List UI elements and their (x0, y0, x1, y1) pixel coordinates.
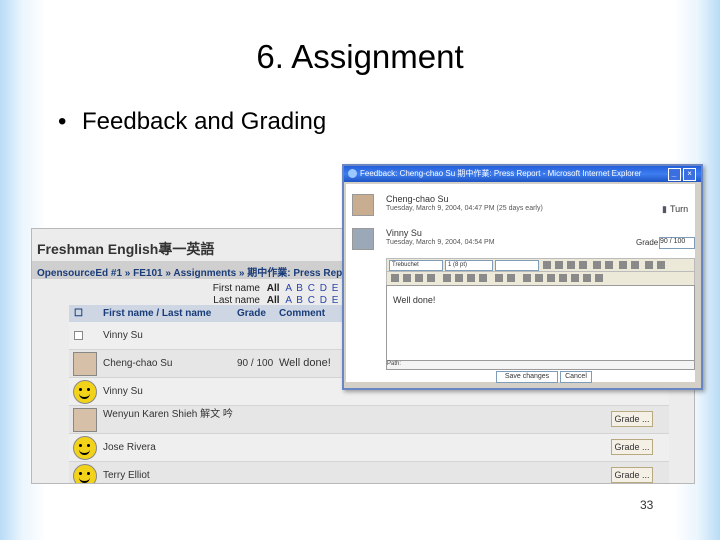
filter-all-link[interactable]: All (267, 283, 280, 294)
student-name: Jose Rivera (103, 442, 156, 453)
student-name: Cheng-chao Su (103, 358, 173, 369)
table-row: Jose Rivera Grade ... (69, 434, 669, 462)
size-select[interactable]: 1 (8 pt) (445, 260, 493, 271)
image-icon[interactable] (547, 274, 555, 282)
bullet-list-icon[interactable] (455, 274, 463, 282)
align-center-icon[interactable] (403, 274, 411, 282)
editor-toolbar-top: Trebuchet 1 (8 pt) (386, 258, 695, 272)
italic-icon[interactable] (555, 261, 563, 269)
font-select[interactable]: Trebuchet (389, 260, 443, 271)
ordered-list-icon[interactable] (443, 274, 451, 282)
highlight-icon[interactable] (507, 274, 515, 282)
student-name: Terry Elliot (103, 470, 150, 481)
filter-label: First name (212, 283, 260, 294)
search-icon[interactable] (583, 274, 591, 282)
smiley-avatar-icon (73, 380, 97, 404)
avatar (73, 352, 97, 376)
editor-text: Well done! (393, 295, 436, 305)
student-name: Wenyun Karen Shieh 解文 吟 (103, 409, 233, 420)
copy-icon[interactable] (619, 261, 627, 269)
header-checkbox-icon[interactable]: ☐ (74, 308, 83, 319)
slide-title: 6. Assignment (256, 38, 464, 75)
save-changes-button[interactable]: Save changes (496, 371, 558, 383)
align-right-icon[interactable] (415, 274, 423, 282)
table-icon[interactable] (559, 274, 567, 282)
breadcrumb-text[interactable]: OpensourceEd #1 » FE101 » Assignments » … (37, 264, 356, 279)
bullet-item: • Feedback and Grading (58, 108, 326, 136)
strike-icon[interactable] (579, 261, 587, 269)
table-row: Terry Elliot Grade ... (69, 462, 669, 483)
editor-path-bar: Path: (386, 360, 695, 370)
avatar (352, 194, 374, 216)
paste-icon[interactable] (631, 261, 639, 269)
underline-icon[interactable] (567, 261, 575, 269)
anchor-icon[interactable] (535, 274, 543, 282)
browser-icon (348, 169, 357, 178)
avatar (352, 228, 374, 250)
student-name: Vinny Su (103, 386, 143, 397)
smiley-avatar-icon (73, 436, 97, 460)
feedback-editor[interactable]: Well done! (386, 285, 695, 362)
grade-select[interactable]: 90 / 100 (659, 237, 695, 249)
submitter-name: Cheng-chao Su (386, 194, 449, 204)
indent-icon[interactable] (479, 274, 487, 282)
column-grade[interactable]: Grade (237, 308, 266, 319)
link-icon[interactable] (523, 274, 531, 282)
close-icon[interactable]: × (683, 168, 696, 181)
column-name[interactable]: First name / Last name (103, 308, 211, 319)
smiley-avatar-icon (73, 464, 97, 483)
course-title: Freshman English專一英語 (37, 241, 215, 257)
bullet-text: Feedback and Grading (82, 108, 327, 135)
feedback-date: Tuesday, March 9, 2004, 04:54 PM (386, 239, 495, 246)
submission-date: Tuesday, March 9, 2004, 04:47 PM (25 day… (386, 205, 543, 212)
row-checkbox[interactable] (74, 331, 83, 340)
undo-icon[interactable] (645, 261, 653, 269)
teacher-name: Vinny Su (386, 228, 422, 238)
minimize-icon[interactable]: _ (668, 168, 681, 181)
html-source-icon[interactable] (595, 274, 603, 282)
student-grade: 90 / 100 (237, 358, 274, 369)
grade-label: Grade: (636, 238, 661, 247)
grade-button[interactable]: Grade ... (611, 439, 653, 455)
subscript-icon[interactable] (593, 261, 601, 269)
smiley-icon[interactable] (571, 274, 579, 282)
bullet-dot-icon: • (58, 108, 67, 135)
turn-in-link[interactable]: Turn (662, 204, 688, 215)
bold-icon[interactable] (543, 261, 551, 269)
grade-button[interactable]: Grade ... (611, 467, 653, 483)
table-row: Wenyun Karen Shieh 解文 吟 Grade ... (69, 406, 669, 434)
page-number: 33 (640, 498, 654, 512)
cancel-button[interactable]: Cancel (560, 371, 592, 383)
window-content: Cheng-chao Su Tuesday, March 9, 2004, 04… (346, 184, 695, 383)
editor-toolbar-bottom (386, 271, 695, 286)
window-titlebar[interactable]: Feedback: Cheng-chao Su 期中作業: Press Repo… (344, 166, 701, 182)
grade-button[interactable]: Grade ... (611, 411, 653, 427)
student-name: Vinny Su (103, 330, 143, 341)
justify-icon[interactable] (427, 274, 435, 282)
window-title: Feedback: Cheng-chao Su 期中作業: Press Repo… (360, 169, 642, 178)
path-label: Path: (387, 361, 402, 367)
feedback-window: Feedback: Cheng-chao Su 期中作業: Press Repo… (342, 164, 703, 390)
outdent-icon[interactable] (467, 274, 475, 282)
superscript-icon[interactable] (605, 261, 613, 269)
column-comment[interactable]: Comment (279, 308, 325, 319)
redo-icon[interactable] (657, 261, 665, 269)
first-name-filter: First name All A B C D E F G (202, 283, 363, 294)
text-color-icon[interactable] (495, 274, 503, 282)
avatar (73, 408, 97, 432)
submission-info: Cheng-chao Su Tuesday, March 9, 2004, 04… (352, 194, 692, 218)
student-comment: Well done! (279, 357, 331, 369)
format-select[interactable] (495, 260, 539, 271)
align-left-icon[interactable] (391, 274, 399, 282)
